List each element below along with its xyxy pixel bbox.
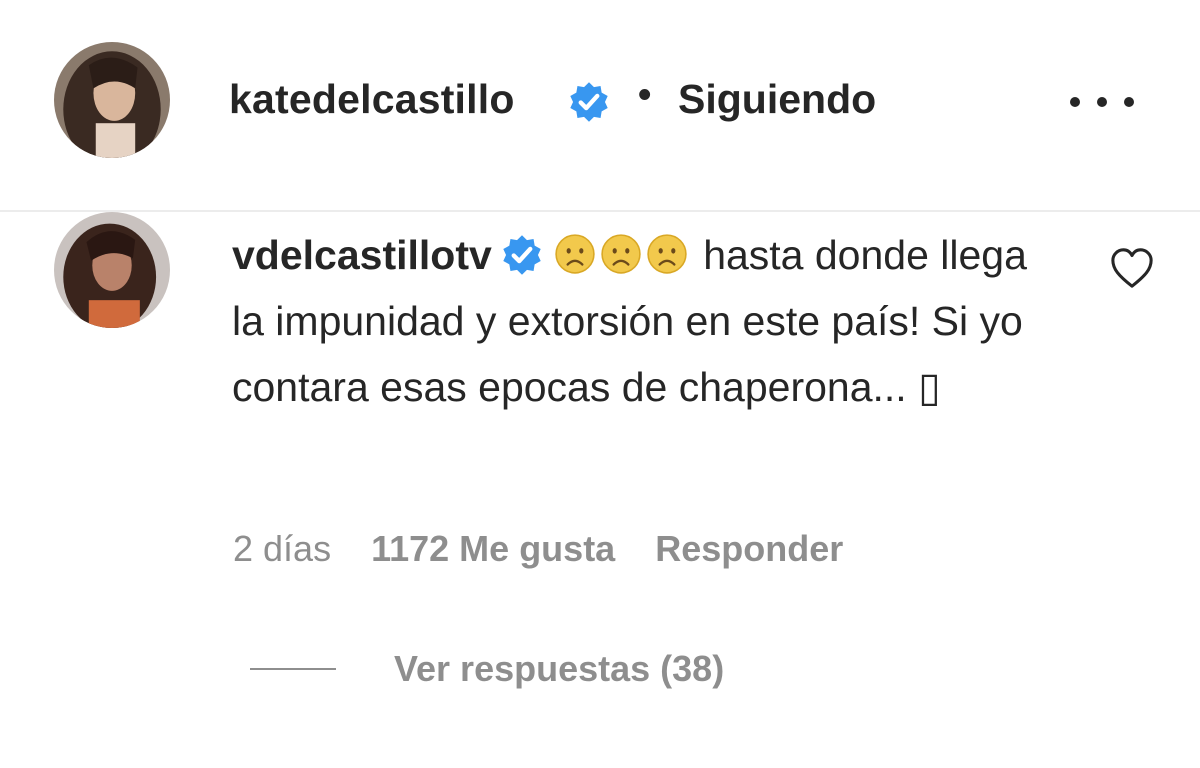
following-button[interactable]: Siguiendo [678, 76, 876, 123]
commenter-avatar-image [54, 212, 170, 328]
more-options-icon[interactable] [1070, 80, 1134, 124]
dot-icon [1070, 97, 1080, 107]
separator-dot: • [638, 74, 652, 116]
author-avatar-image [54, 42, 170, 158]
comment-body: vdelcastillotv hasta donde llega la impu… [232, 222, 1062, 420]
worried-face-emoji-icon [646, 233, 688, 275]
verified-badge-icon [500, 233, 544, 277]
commenter-username[interactable]: vdelcastillotv [232, 232, 492, 278]
verified-badge-icon [567, 80, 611, 124]
post-header: katedelcastillo • Siguiendo [0, 0, 1200, 212]
worried-face-emoji-icon [554, 233, 596, 275]
dot-icon [1124, 97, 1134, 107]
like-heart-icon[interactable] [1109, 246, 1155, 290]
replies-divider-line [250, 668, 336, 670]
worried-face-emoji-icon [600, 233, 642, 275]
author-avatar[interactable] [54, 42, 170, 158]
author-username[interactable]: katedelcastillo [229, 76, 515, 123]
comment-time[interactable]: 2 días [233, 528, 331, 569]
comment-meta: 2 días 1172 Me gusta Responder [233, 528, 843, 570]
view-replies-label[interactable]: Ver respuestas (38) [394, 648, 724, 690]
view-replies-button[interactable]: Ver respuestas (38) [250, 648, 724, 690]
reply-button[interactable]: Responder [655, 528, 843, 569]
dot-icon [1097, 97, 1107, 107]
commenter-avatar[interactable] [54, 212, 170, 328]
comment-likes[interactable]: 1172 Me gusta [371, 528, 615, 569]
